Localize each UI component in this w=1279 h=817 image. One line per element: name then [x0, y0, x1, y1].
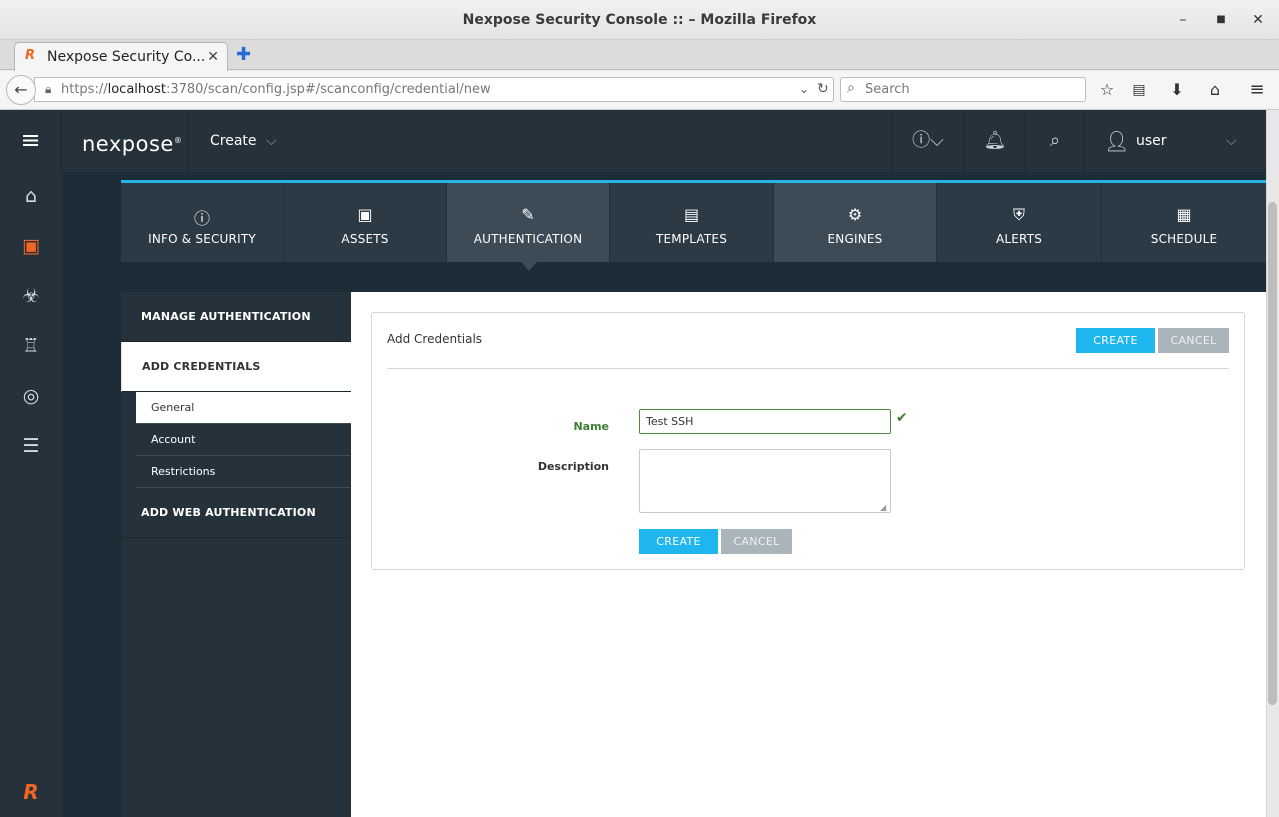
tab-templates[interactable]: ▤ TEMPLATES: [610, 183, 774, 262]
tab-label: SCHEDULE: [1150, 232, 1218, 246]
reports-list-icon[interactable]: ☰: [0, 426, 62, 466]
close-window-icon[interactable]: ✕: [1248, 10, 1268, 30]
rapid7-logo-icon: R: [23, 780, 39, 804]
policies-icon[interactable]: ♖: [0, 326, 62, 366]
cancel-button-top[interactable]: CANCEL: [1158, 328, 1229, 353]
description-label: Description: [537, 460, 609, 473]
tab-label: ALERTS: [995, 232, 1043, 246]
nexpose-logo[interactable]: nexpose®: [82, 110, 182, 175]
browser-menu-icon[interactable]: ≡: [1246, 79, 1268, 101]
valid-check-icon: ✔: [896, 410, 908, 426]
panel-title: Add Credentials: [387, 332, 483, 346]
tab-label: INFO & SECURITY: [148, 232, 256, 246]
tab-info-security[interactable]: ⓘ INFO & SECURITY: [121, 183, 284, 262]
vulnerabilities-biohazard-icon[interactable]: ☣: [0, 276, 62, 316]
left-rail: [0, 172, 62, 817]
tab-schedule[interactable]: ▦ SCHEDULE: [1102, 183, 1266, 262]
maximize-icon[interactable]: ■: [1211, 10, 1231, 30]
panel-divider: [387, 368, 1229, 369]
subnav-account[interactable]: Account: [136, 424, 351, 456]
help-icon[interactable]: ⓘ⌵: [892, 110, 964, 172]
info-icon: ⓘ: [193, 209, 210, 228]
resize-grip-icon[interactable]: ◢: [880, 503, 886, 512]
url-dropdown-icon[interactable]: ⌄: [799, 78, 809, 101]
engines-icon: ⚙: [847, 205, 863, 224]
home-nav-icon[interactable]: ⌂: [0, 176, 62, 216]
tab-engines[interactable]: ⚙ ENGINES: [774, 183, 937, 262]
subnav-add-credentials[interactable]: ADD CREDENTIALS: [121, 342, 351, 392]
tab-assets[interactable]: ▣ ASSETS: [284, 183, 447, 262]
subnav-manage-authentication[interactable]: MANAGE AUTHENTICATION: [121, 292, 351, 342]
subnav-add-web-authentication[interactable]: ADD WEB AUTHENTICATION: [121, 488, 351, 538]
create-button[interactable]: CREATE: [639, 529, 718, 554]
alerts-icon: ⛨: [1012, 205, 1025, 224]
minimize-icon[interactable]: –: [1173, 10, 1193, 30]
tab-authentication[interactable]: ✎ AUTHENTICATION: [447, 183, 610, 262]
hamburger-menu-icon[interactable]: ≡: [0, 110, 62, 172]
tab-label: ENGINES: [827, 232, 883, 246]
name-input[interactable]: [639, 409, 891, 434]
search-placeholder: Search: [865, 82, 910, 97]
user-menu[interactable]: user: [1136, 110, 1167, 172]
header-search-icon[interactable]: ⌕: [1026, 110, 1084, 172]
name-label: Name: [573, 420, 609, 433]
remediation-icon[interactable]: ◎: [0, 376, 62, 416]
downloads-icon[interactable]: ⬇︎: [1166, 79, 1188, 101]
schedule-icon: ▦: [1176, 205, 1192, 224]
assets-icon: ▣: [357, 205, 373, 224]
tab-close-icon[interactable]: ✕: [207, 43, 219, 71]
authentication-icon: ✎: [521, 205, 535, 224]
tab-alerts[interactable]: ⛨ ALERTS: [937, 183, 1102, 262]
back-button[interactable]: ←: [6, 75, 36, 105]
assets-nav-icon[interactable]: ▣: [0, 226, 62, 266]
url-text: https://localhost:3780/scan/config.jsp#/…: [61, 82, 491, 97]
reload-icon[interactable]: ↻: [817, 78, 829, 101]
chevron-down-icon[interactable]: ⌵: [266, 110, 277, 172]
header-divider: [1084, 110, 1085, 172]
tab-label: ASSETS: [341, 232, 389, 246]
search-icon: ⌕: [847, 80, 855, 96]
url-bar[interactable]: 🔒︎ https://localhost:3780/scan/config.js…: [34, 77, 834, 102]
chevron-down-icon[interactable]: ⌵: [1226, 110, 1237, 172]
lock-icon: 🔒︎: [45, 82, 52, 96]
scan-config-steps: ⓘ INFO & SECURITY ▣ ASSETS ✎ AUTHENTICAT…: [121, 180, 1266, 262]
back-arrow-icon: ←: [14, 80, 28, 99]
bookmark-star-icon[interactable]: ☆: [1096, 79, 1118, 101]
nexpose-favicon-icon: R: [25, 48, 36, 63]
search-bar[interactable]: ⌕ Search: [840, 77, 1086, 102]
tab-label: TEMPLATES: [655, 232, 728, 246]
subnav-general[interactable]: General: [136, 392, 351, 424]
subnav-restrictions[interactable]: Restrictions: [136, 456, 351, 488]
reading-list-icon[interactable]: ▤: [1128, 79, 1150, 101]
description-input[interactable]: [639, 449, 891, 513]
header-divider: [188, 110, 189, 172]
window-titlebar: Nexpose Security Console :: – Mozilla Fi…: [0, 0, 1279, 40]
home-icon[interactable]: ⌂: [1204, 79, 1226, 101]
tab-label: AUTHENTICATION: [473, 232, 583, 246]
browser-tab-label: Nexpose Security Co...: [47, 49, 206, 65]
active-tab-indicator: [521, 262, 537, 271]
create-button-top[interactable]: CREATE: [1076, 328, 1155, 353]
create-menu[interactable]: Create: [210, 110, 257, 172]
window-title: Nexpose Security Console :: – Mozilla Fi…: [462, 12, 817, 28]
templates-icon: ▤: [683, 205, 700, 224]
cancel-button[interactable]: CANCEL: [721, 529, 792, 554]
scrollbar-thumb[interactable]: [1268, 202, 1277, 705]
notifications-bell-icon[interactable]: 🔔︎: [965, 110, 1025, 172]
user-avatar-icon[interactable]: 👤︎: [1104, 110, 1129, 172]
browser-tab[interactable]: R Nexpose Security Co... ✕: [14, 42, 228, 71]
new-tab-icon[interactable]: ✚: [236, 44, 251, 65]
